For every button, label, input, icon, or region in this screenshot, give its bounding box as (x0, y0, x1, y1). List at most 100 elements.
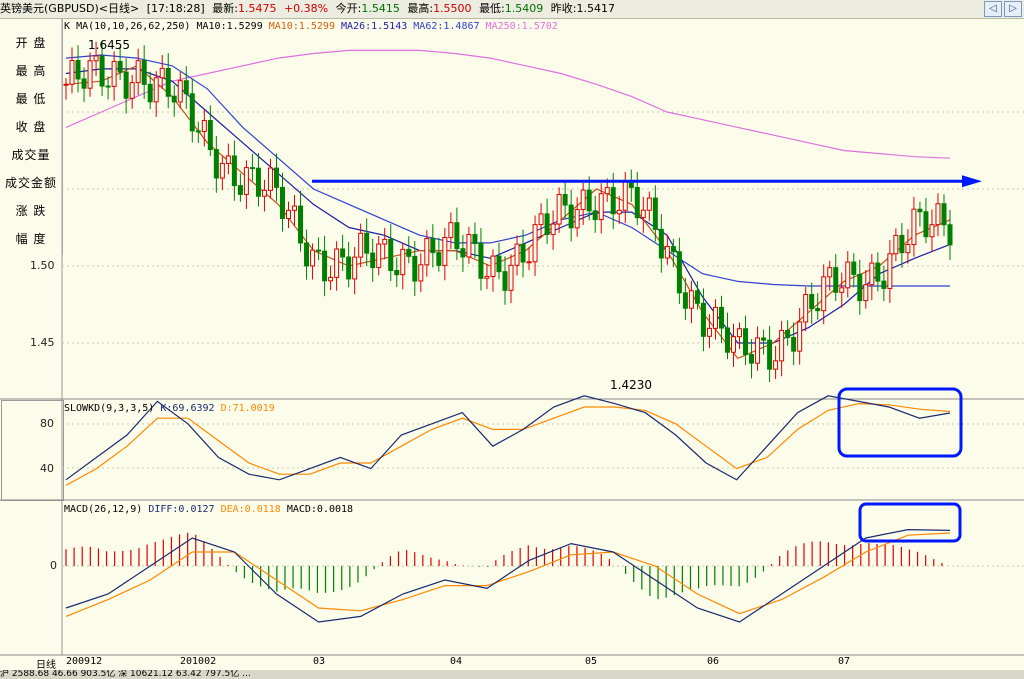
candle-body (574, 209, 580, 229)
macd-diff-line (65, 528, 951, 623)
candle-body (135, 60, 141, 84)
x-tick-03: 03 (313, 656, 326, 667)
candle-body (556, 194, 562, 225)
candle-body (418, 264, 424, 282)
ma10-value-b: MA10:1.5299 (268, 21, 335, 32)
candle-body (706, 327, 712, 337)
candle-body (93, 55, 99, 62)
candle-body (460, 248, 466, 258)
ma-params: MA(10,10,26,62,250) (76, 21, 191, 32)
candle-body (255, 167, 261, 197)
candle-body (791, 336, 797, 352)
candle-body (773, 360, 779, 370)
candle-body (881, 280, 887, 289)
candle-body (857, 273, 863, 302)
candle-body (905, 244, 911, 254)
high-annotation: 1.6455 (88, 38, 130, 52)
candle-body (99, 55, 105, 87)
candle-body (219, 162, 225, 179)
candle-body (947, 224, 953, 246)
candle-body (267, 167, 273, 191)
candle-body (286, 209, 292, 219)
candle-body (213, 149, 219, 179)
candle-body (370, 252, 376, 269)
x-axis: 日线 200912 201002 03 04 05 06 07 (0, 655, 1024, 671)
candle-body (346, 256, 352, 280)
candle-body (364, 232, 370, 254)
candle-body (147, 83, 153, 103)
candle-body (923, 211, 929, 238)
candle-body (225, 155, 231, 164)
candle-body (580, 189, 586, 211)
candle-body (839, 287, 845, 293)
candle-body (430, 237, 436, 254)
candle-body (352, 256, 358, 280)
ma26-value: MA26:1.5143 (341, 21, 408, 32)
candle-body (532, 224, 538, 263)
candle-body (941, 203, 947, 226)
candle-body (652, 197, 658, 230)
candle-body (712, 306, 718, 329)
candle-body (743, 328, 749, 356)
candle-body (81, 78, 87, 89)
candle-body (568, 204, 574, 229)
candle-body (237, 185, 243, 195)
candle-body (875, 262, 881, 282)
candle-body (484, 275, 490, 279)
candle-body (610, 187, 616, 215)
candle-body (183, 80, 189, 95)
candle-body (105, 85, 111, 88)
candle-body (394, 270, 400, 276)
candle-body (165, 67, 171, 97)
candle-body (159, 67, 165, 79)
candle-body (598, 193, 604, 221)
candle-body (544, 213, 550, 235)
candle-body (809, 294, 815, 309)
candle-body (298, 205, 304, 244)
candle-body (550, 223, 556, 235)
candle-body (917, 208, 923, 213)
candle-body (664, 246, 670, 259)
candle-body (207, 120, 213, 151)
candle-body (737, 328, 743, 338)
candle-body (538, 213, 544, 226)
candle-body (340, 248, 346, 258)
x-tick-05: 05 (585, 656, 598, 667)
low-annotation: 1.4230 (610, 378, 652, 392)
candle-body (334, 248, 340, 278)
candle-body (785, 329, 791, 338)
candle-body (929, 224, 935, 238)
candle-body (646, 197, 652, 211)
x-tick-06: 06 (707, 656, 720, 667)
candle-body (195, 130, 201, 133)
candle-body (604, 187, 610, 195)
candle-body (616, 209, 622, 215)
candle-body (117, 60, 123, 73)
candle-body (141, 60, 147, 85)
candle-body (75, 60, 81, 80)
resistance-arrow-head (962, 175, 982, 188)
kd-d-value: D:71.0019 (220, 403, 275, 414)
candle-body (502, 271, 508, 291)
candle-body (562, 194, 568, 206)
candle-body (490, 255, 496, 277)
candle-body (153, 77, 159, 103)
candle-body (316, 249, 322, 252)
candle-body (328, 276, 334, 282)
price-chart[interactable] (0, 0, 1024, 679)
macd-dea-value: DEA:0.0118 (220, 504, 281, 515)
candle-body (87, 60, 93, 89)
candle-body (718, 306, 724, 329)
macd-legend: MACD(26,12,9) DIFF:0.0127 DEA:0.0118 MAC… (64, 504, 353, 515)
candle-body (688, 290, 694, 309)
ma62-value: MA62:1.4867 (413, 21, 480, 32)
macd-diff-value: DIFF:0.0127 (148, 504, 215, 515)
x-tick-201002: 201002 (180, 656, 217, 667)
candle-body (640, 209, 646, 219)
candle-body (526, 261, 532, 264)
candle-body (177, 80, 183, 103)
candle-body (851, 261, 857, 275)
candle-body (261, 189, 267, 197)
candle-body (171, 95, 177, 103)
candle-body (69, 60, 75, 85)
